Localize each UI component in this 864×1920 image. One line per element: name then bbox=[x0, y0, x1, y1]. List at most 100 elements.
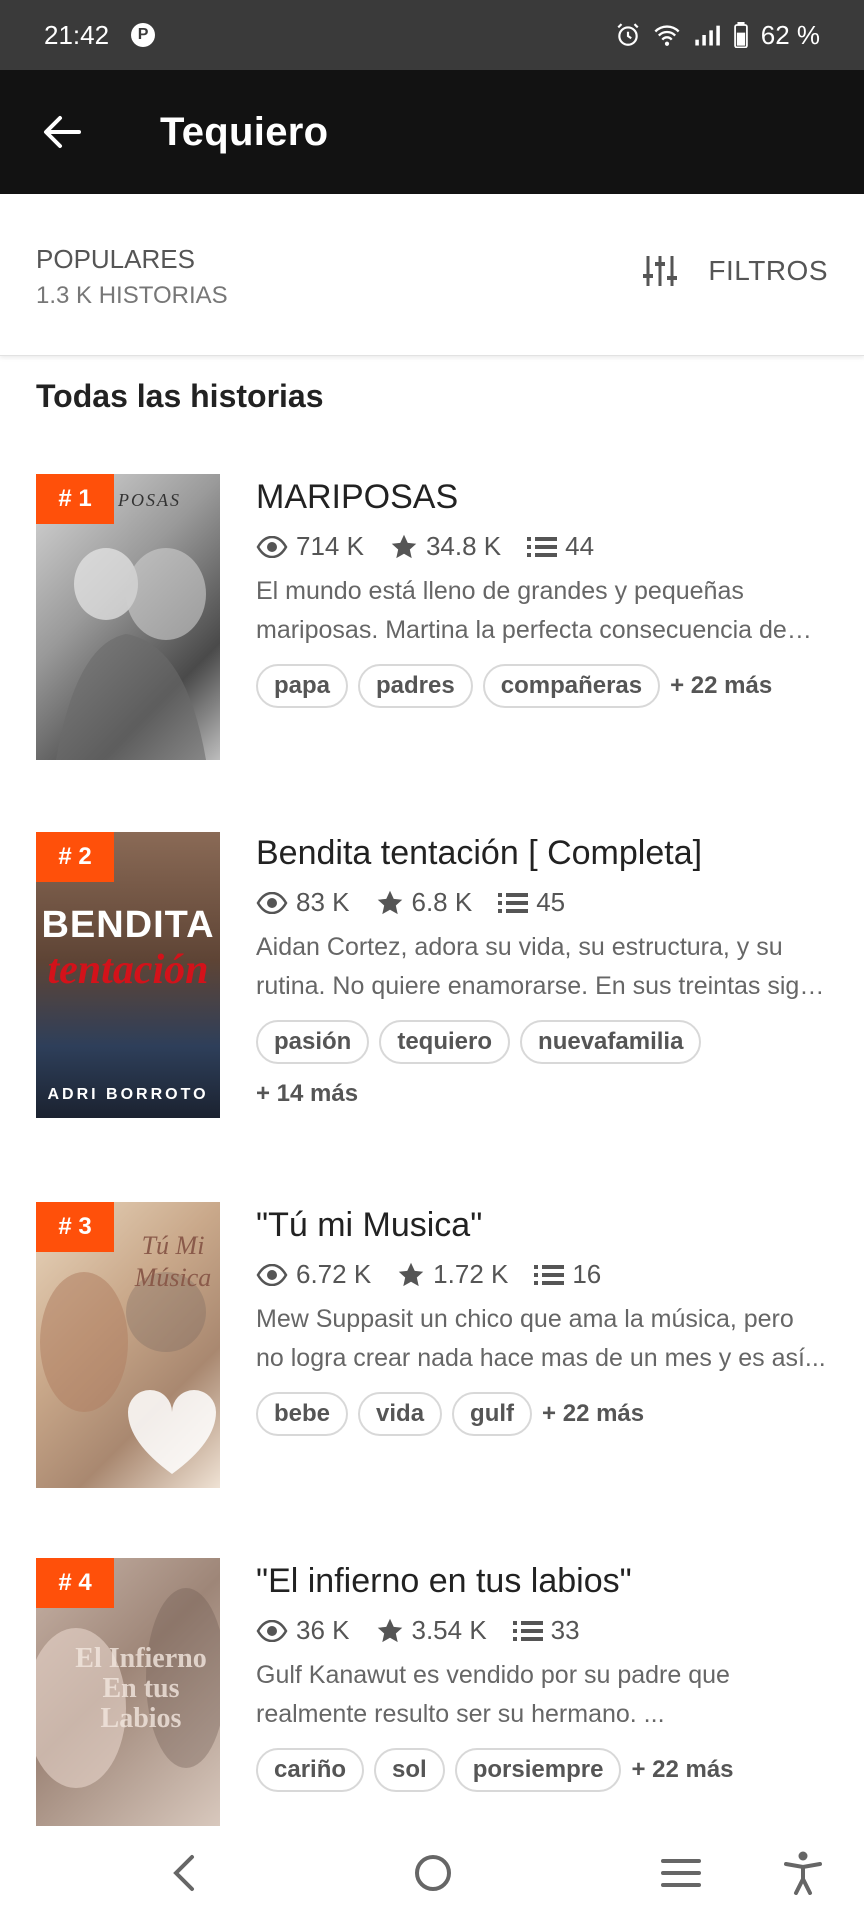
status-icons: 62 % bbox=[615, 20, 820, 51]
star-icon bbox=[377, 890, 402, 914]
tag-chip[interactable]: gulf bbox=[452, 1392, 533, 1436]
list-icon bbox=[534, 1264, 565, 1285]
filters-button[interactable]: FILTROS bbox=[642, 254, 828, 288]
reads-count: 6.72 K bbox=[296, 1259, 372, 1289]
story-tags: cariño sol porsiempre + 22 más bbox=[256, 1748, 828, 1792]
votes-stat: 3.54 K bbox=[376, 1615, 487, 1646]
sort-label[interactable]: POPULARES bbox=[36, 244, 195, 275]
arrow-left-icon bbox=[44, 116, 81, 148]
tag-chip[interactable]: padres bbox=[358, 664, 473, 708]
signal-icon bbox=[695, 25, 720, 46]
chevron-left-icon bbox=[173, 1855, 194, 1891]
list-icon bbox=[512, 1620, 543, 1641]
votes-count: 6.8 K bbox=[411, 887, 473, 917]
story-stats: 6.72 K 1.72 K 16 bbox=[256, 1259, 828, 1290]
story-info: Bendita tentación [ Completa] 83 K 6.8 K… bbox=[256, 834, 828, 1114]
cover-title-text: El Infierno En tus Labios bbox=[75, 1643, 207, 1734]
status-time: 21:42 bbox=[44, 19, 110, 50]
reads-stat: 6.72 K bbox=[256, 1259, 371, 1290]
story-stats: 36 K 3.54 K 33 bbox=[256, 1615, 828, 1646]
accessibility-icon bbox=[784, 1851, 822, 1895]
story-item[interactable]: El Infierno En tus Labios # 4 "El infier… bbox=[0, 1520, 864, 1826]
story-item[interactable]: Tú Mi Música # 3 "Tú mi Musica" 6.72 K 1… bbox=[0, 1164, 864, 1520]
nav-back-button[interactable] bbox=[158, 1848, 208, 1898]
tag-chip[interactable]: compañeras bbox=[482, 664, 661, 708]
story-title[interactable]: "Tú mi Musica" bbox=[256, 1206, 828, 1245]
more-tags[interactable]: + 22 más bbox=[670, 666, 772, 706]
parts-count: 33 bbox=[550, 1615, 580, 1645]
tag-chip[interactable]: papa bbox=[256, 664, 349, 708]
tag-chip[interactable]: vida bbox=[358, 1392, 443, 1436]
tag-chip[interactable]: tequiero bbox=[379, 1020, 511, 1064]
story-title[interactable]: Bendita tentación [ Completa] bbox=[256, 834, 828, 873]
battery-icon bbox=[733, 22, 748, 48]
parts-stat: 16 bbox=[534, 1259, 601, 1290]
story-tags: papa padres compañeras + 22 más bbox=[256, 664, 828, 708]
story-cover[interactable]: BENDITA tentación ADRI BORROTO # 2 bbox=[36, 832, 220, 1118]
story-cover[interactable]: Tú Mi Música # 3 bbox=[36, 1202, 220, 1488]
story-description: El mundo está lleno de grandes y pequeña… bbox=[256, 577, 787, 644]
story-description: Gulf Kanawut es vendido por su padre que… bbox=[256, 1661, 730, 1728]
nav-recents-button[interactable] bbox=[656, 1848, 706, 1898]
star-icon bbox=[391, 534, 417, 558]
back-button[interactable] bbox=[42, 112, 82, 152]
app-bar: Tequiero bbox=[0, 70, 864, 194]
story-tags: pasión tequiero nuevafamilia + 14 más bbox=[256, 1020, 828, 1114]
alarm-icon bbox=[617, 23, 639, 46]
battery-level: 62 % bbox=[760, 19, 820, 50]
votes-count: 1.72 K bbox=[433, 1259, 509, 1289]
list-icon bbox=[498, 892, 529, 913]
tag-chip[interactable]: porsiempre bbox=[454, 1748, 622, 1792]
more-tags[interactable]: + 22 más bbox=[631, 1750, 733, 1790]
eye-icon bbox=[256, 891, 288, 914]
parts-stat: 44 bbox=[527, 531, 594, 562]
nav-home-button[interactable] bbox=[408, 1848, 458, 1898]
eye-icon bbox=[256, 1619, 288, 1642]
story-item[interactable]: BENDITA tentación ADRI BORROTO # 2 Bendi… bbox=[0, 792, 864, 1164]
star-icon bbox=[398, 1262, 424, 1286]
system-nav-bar bbox=[0, 1826, 864, 1920]
parts-stat: 45 bbox=[498, 887, 565, 918]
more-tags[interactable]: + 22 más bbox=[542, 1394, 644, 1434]
story-stats: 714 K 34.8 K 44 bbox=[256, 531, 828, 562]
wifi-icon bbox=[654, 25, 680, 46]
reads-stat: 714 K bbox=[256, 531, 364, 562]
reads-count: 36 K bbox=[296, 1615, 350, 1645]
story-item[interactable]: POSAS # 1 MARIPOSAS 714 K 34.8 K 44 El m… bbox=[0, 436, 864, 792]
votes-stat: 34.8 K bbox=[390, 531, 501, 562]
tag-chip[interactable]: cariño bbox=[256, 1748, 365, 1792]
eye-icon bbox=[256, 535, 288, 558]
story-cover[interactable]: El Infierno En tus Labios # 4 bbox=[36, 1558, 220, 1826]
story-description: Aidan Cortez, adora su vida, su estructu… bbox=[256, 933, 828, 1000]
reads-stat: 36 K bbox=[256, 1615, 350, 1646]
tag-chip[interactable]: sol bbox=[374, 1748, 445, 1792]
cover-author-text: ADRI BORROTO bbox=[47, 1086, 209, 1103]
story-title[interactable]: "El infierno en tus labios" bbox=[256, 1562, 828, 1601]
accessibility-button[interactable] bbox=[778, 1848, 828, 1898]
story-description: Mew Suppasit un chico que ama la música,… bbox=[256, 1305, 826, 1372]
votes-stat: 6.8 K bbox=[376, 887, 473, 918]
stories-count: 1.3 K HISTORIAS bbox=[36, 282, 228, 309]
parts-count: 16 bbox=[572, 1259, 602, 1289]
sort-bar: POPULARES 1.3 K HISTORIAS FILTROS bbox=[0, 194, 864, 356]
story-cover[interactable]: POSAS # 1 bbox=[36, 474, 220, 760]
home-circle-icon bbox=[415, 1855, 451, 1891]
votes-count: 34.8 K bbox=[425, 531, 502, 561]
star-icon bbox=[377, 1618, 402, 1642]
tag-chip[interactable]: nuevafamilia bbox=[520, 1020, 702, 1064]
rank-badge: # 2 bbox=[36, 832, 114, 882]
story-stats: 83 K 6.8 K 45 bbox=[256, 887, 828, 918]
eye-icon bbox=[256, 1263, 288, 1286]
status-bar: 21:42 P 62 % bbox=[0, 0, 864, 70]
sliders-icon bbox=[643, 256, 678, 286]
story-title[interactable]: MARIPOSAS bbox=[256, 478, 828, 517]
cover-title-text: Tú Mi Música bbox=[134, 1231, 212, 1292]
tag-chip[interactable]: pasión bbox=[256, 1020, 370, 1064]
more-tags[interactable]: + 14 más bbox=[256, 1074, 828, 1114]
tag-chip[interactable]: bebe bbox=[256, 1392, 349, 1436]
parts-count: 44 bbox=[565, 531, 595, 561]
votes-count: 3.54 K bbox=[411, 1615, 487, 1645]
page-title: Tequiero bbox=[160, 109, 329, 154]
filters-label: FILTROS bbox=[708, 255, 828, 286]
pinterest-icon: P bbox=[131, 23, 156, 47]
